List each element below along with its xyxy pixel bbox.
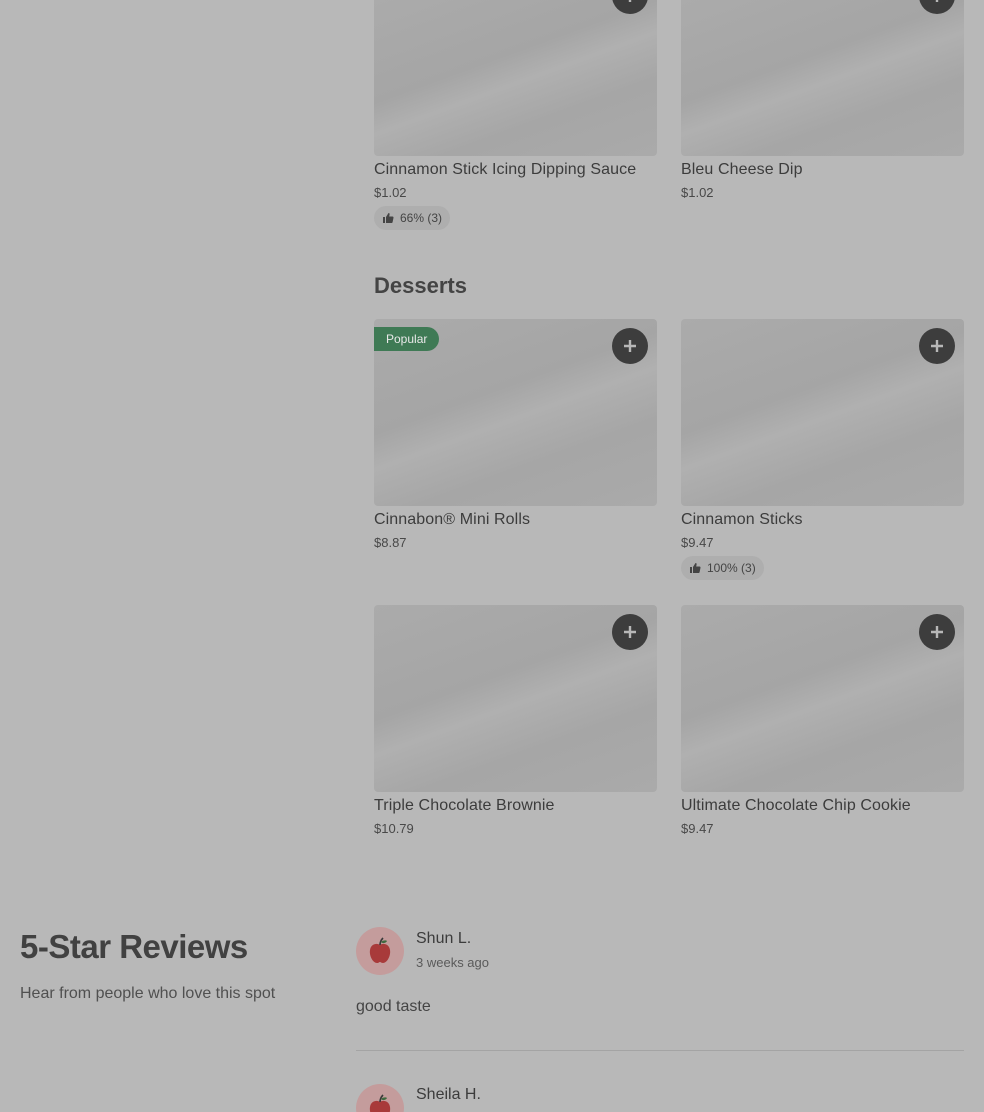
review-item: Sheila H.	[356, 1084, 964, 1112]
reviews-title: 5-Star Reviews	[20, 928, 248, 965]
item-name: Triple Chocolate Brownie	[374, 797, 555, 814]
divider	[356, 1050, 964, 1051]
review-time: 3 weeks ago	[416, 955, 489, 970]
rating-text: 100% (3)	[707, 561, 756, 575]
plus-icon	[935, 0, 939, 2]
review-author: Shun L.	[416, 930, 472, 947]
plus-icon	[931, 626, 943, 638]
plus-icon	[628, 0, 632, 2]
plus-icon	[624, 626, 636, 638]
item-name: Cinnamon Stick Icing Dipping Sauce	[374, 161, 637, 178]
item-name: Ultimate Chocolate Chip Cookie	[681, 797, 911, 814]
review-text: good taste	[356, 998, 431, 1015]
item-image	[374, 0, 657, 156]
rating-text: 66% (3)	[400, 211, 443, 225]
thumbs-up-icon	[383, 213, 394, 223]
popular-badge: Popular	[374, 327, 440, 351]
item-price: $1.02	[681, 185, 714, 200]
item-image	[681, 0, 964, 156]
add-item-button[interactable]	[919, 328, 955, 364]
item-name: Bleu Cheese Dip	[681, 161, 803, 178]
item-price: $1.02	[374, 185, 407, 200]
apple-icon	[369, 937, 391, 963]
avatar	[356, 1084, 404, 1112]
plus-icon	[931, 340, 943, 352]
item-price: $9.47	[681, 535, 714, 550]
review-item: Shun L. 3 weeks ago good taste	[356, 927, 964, 1051]
item-price: $9.47	[681, 821, 714, 836]
section-title-desserts: Desserts	[374, 273, 467, 298]
add-item-button[interactable]	[612, 328, 648, 364]
item-price: $10.79	[374, 821, 414, 836]
add-item-button[interactable]	[919, 614, 955, 650]
add-item-button[interactable]	[612, 614, 648, 650]
plus-icon	[624, 340, 636, 352]
item-price: $8.87	[374, 535, 407, 550]
avatar	[356, 927, 404, 975]
review-author: Sheila H.	[416, 1086, 481, 1103]
item-name: Cinnamon Sticks	[681, 511, 803, 528]
apple-icon	[369, 1094, 391, 1112]
item-name: Cinnabon® Mini Rolls	[374, 511, 531, 528]
thumbs-up-icon	[690, 563, 701, 573]
item-rating: 100% (3)	[681, 556, 764, 580]
reviews-subtitle: Hear from people who love this spot	[20, 985, 276, 1002]
item-rating: 66% (3)	[374, 206, 451, 230]
